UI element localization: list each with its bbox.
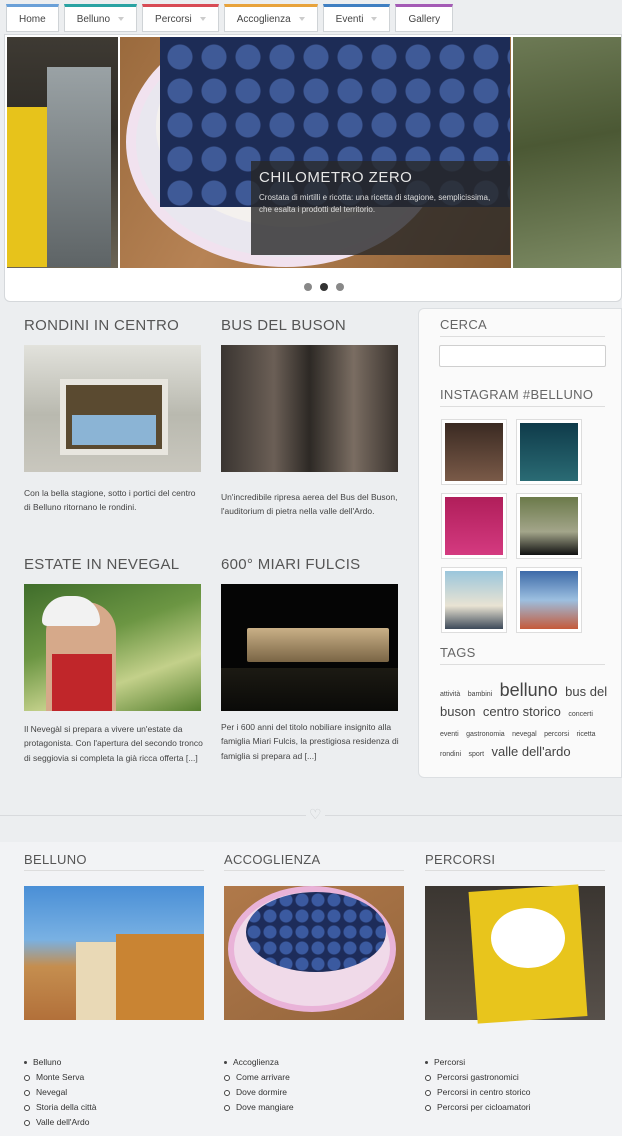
chevron-down-icon — [199, 17, 206, 21]
footer-link-cicloamatori[interactable]: Percorsi per cicloamatori — [425, 1100, 531, 1115]
footer-list-accoglienza: Accoglienza Come arrivare Dove dormire D… — [224, 1055, 294, 1115]
slider-dot-2[interactable] — [320, 283, 328, 291]
footer-title-belluno: BELLUNO — [24, 852, 204, 871]
tags-widget-title: TAGS — [440, 645, 605, 665]
footer-link-monte-serva[interactable]: Monte Serva — [24, 1070, 96, 1085]
tag-link[interactable]: gastronomia — [466, 731, 505, 738]
nav-percorsi[interactable]: Percorsi — [142, 4, 219, 32]
post-thumb-miari-fulcis[interactable] — [221, 584, 398, 711]
footer-link-accoglienza[interactable]: Accoglienza — [224, 1055, 294, 1070]
chevron-down-icon — [298, 17, 305, 21]
nav-accoglienza[interactable]: Accoglienza — [223, 4, 318, 32]
tag-link[interactable]: sport — [468, 751, 484, 758]
slide-caption[interactable]: CHILOMETRO ZERO Crostata di mirtilli e r… — [251, 161, 510, 255]
chevron-down-icon — [118, 17, 125, 21]
nav-percorsi-label: Percorsi — [155, 13, 192, 25]
footer-link-dove-mangiare[interactable]: Dove mangiare — [224, 1100, 294, 1115]
chevron-down-icon — [371, 17, 378, 21]
search-widget-title: CERCA — [440, 317, 605, 337]
nav-home-label: Home — [19, 13, 46, 25]
slide-image-left[interactable] — [7, 37, 118, 268]
nav-eventi[interactable]: Eventi — [322, 4, 391, 32]
post-thumb-nevegal[interactable] — [24, 584, 201, 711]
tag-link[interactable]: attività — [440, 691, 460, 698]
post-excerpt-miari-fulcis: Per i 600 anni del titolo nobiliare insi… — [221, 722, 399, 761]
tag-link[interactable]: rondini — [440, 751, 461, 758]
footer-link-come-arrivare[interactable]: Come arrivare — [224, 1070, 294, 1085]
tag-link[interactable]: concerti — [568, 711, 593, 718]
slider-dot-3[interactable] — [336, 283, 344, 291]
tag-link[interactable]: valle dell'ardo — [491, 744, 570, 759]
tag-cloud: attività bambini belluno bus del buson c… — [440, 679, 612, 762]
sidebar: CERCA INSTAGRAM #BELLUNO TAGS attività b… — [418, 308, 622, 778]
nav-gallery[interactable]: Gallery — [395, 4, 454, 32]
footer-link-dove-dormire[interactable]: Dove dormire — [224, 1085, 294, 1100]
post-excerpt-rondini: Con la bella stagione, sotto i portici d… — [24, 488, 196, 513]
heart-icon: ♡ — [306, 807, 325, 821]
post-thumb-bus-del-buson[interactable] — [221, 345, 398, 472]
instagram-photo[interactable] — [516, 419, 582, 485]
slide-caption-text: Crostata di mirtilli e ricotta: una rice… — [259, 193, 491, 214]
footer-link-valle-ardo[interactable]: Valle dell'Ardo — [24, 1115, 96, 1130]
footer-link-nevegal[interactable]: Nevegal — [24, 1085, 96, 1100]
footer-link-storia[interactable]: Storia della città — [24, 1100, 96, 1115]
post-thumb-rondini[interactable] — [24, 345, 201, 472]
post-title-bus-del-buson[interactable]: BUS DEL BUSON — [221, 317, 346, 334]
main-nav: Home Belluno Percorsi Accoglienza Eventi… — [6, 4, 454, 34]
post-excerpt-nevegal: Il Nevegàl si prepara a vivere un'estate… — [24, 724, 203, 763]
post-title-nevegal[interactable]: ESTATE IN NEVEGAL — [24, 556, 179, 573]
slider-dot-1[interactable] — [304, 283, 312, 291]
footer-link-gastronomici[interactable]: Percorsi gastronomici — [425, 1070, 531, 1085]
search-input[interactable] — [439, 345, 606, 367]
hero-slider: CHILOMETRO ZERO Crostata di mirtilli e r… — [4, 34, 622, 302]
tag-link[interactable]: percorsi — [544, 731, 569, 738]
footer-link-centro-storico[interactable]: Percorsi in centro storico — [425, 1085, 531, 1100]
instagram-photo[interactable] — [441, 419, 507, 485]
footer-title-accoglienza: ACCOGLIENZA — [224, 852, 404, 871]
instagram-photo[interactable] — [441, 493, 507, 559]
tag-link[interactable]: ricetta — [576, 731, 595, 738]
tag-link[interactable]: belluno — [500, 680, 558, 700]
post-title-miari-fulcis[interactable]: 600° MIARI FULCIS — [221, 556, 360, 573]
tag-link[interactable]: bus del — [565, 684, 607, 699]
instagram-photo[interactable] — [441, 567, 507, 633]
nav-eventi-label: Eventi — [335, 13, 364, 25]
footer-link-belluno[interactable]: Belluno — [24, 1055, 96, 1070]
footer-list-percorsi: Percorsi Percorsi gastronomici Percorsi … — [425, 1055, 531, 1115]
footer-image-accoglienza[interactable] — [224, 886, 404, 1020]
footer-image-belluno[interactable] — [24, 886, 204, 1020]
slide-image-right[interactable] — [513, 37, 621, 268]
tag-link[interactable]: eventi — [440, 731, 459, 738]
footer-title-percorsi: PERCORSI — [425, 852, 605, 871]
instagram-photo[interactable] — [516, 493, 582, 559]
nav-gallery-label: Gallery — [408, 13, 441, 25]
slider-pagination — [304, 283, 344, 291]
post-title-rondini[interactable]: RONDINI IN CENTRO — [24, 317, 179, 334]
tag-link[interactable]: nevegal — [512, 731, 537, 738]
footer-link-percorsi[interactable]: Percorsi — [425, 1055, 531, 1070]
footer-list-belluno: Belluno Monte Serva Nevegal Storia della… — [24, 1055, 96, 1130]
footer-sections: BELLUNO Belluno Monte Serva Nevegal Stor… — [0, 842, 622, 1136]
slide-caption-title: CHILOMETRO ZERO — [259, 169, 413, 186]
tag-link[interactable]: buson — [440, 704, 475, 719]
footer-image-percorsi[interactable] — [425, 884, 605, 1024]
nav-accoglienza-label: Accoglienza — [236, 13, 291, 25]
tag-link[interactable]: centro storico — [483, 704, 561, 719]
post-excerpt-bus-del-buson: Un'incredibile ripresa aerea del Bus del… — [221, 492, 398, 517]
tag-link[interactable]: bambini — [468, 691, 493, 698]
instagram-widget-title: INSTAGRAM #BELLUNO — [440, 387, 605, 407]
nav-belluno-label: Belluno — [76, 13, 111, 25]
instagram-photo[interactable] — [516, 567, 582, 633]
nav-home[interactable]: Home — [6, 4, 59, 32]
nav-belluno[interactable]: Belluno — [63, 4, 138, 32]
